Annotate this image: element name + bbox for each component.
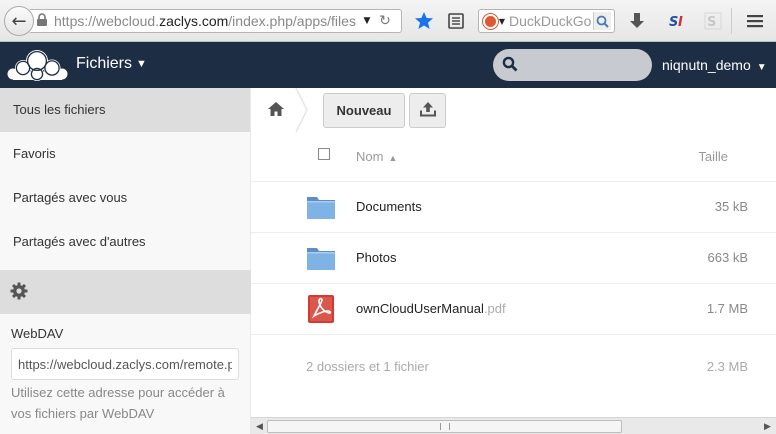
webdav-label: WebDAV — [11, 326, 64, 341]
search-icon[interactable] — [593, 12, 611, 30]
user-name: niqnutn_demo — [662, 57, 751, 73]
hamburger-menu-icon[interactable] — [741, 7, 769, 35]
upload-button[interactable] — [409, 93, 446, 128]
file-controls: Nouveau — [251, 88, 776, 132]
file-name[interactable]: Documents — [356, 199, 422, 214]
extension-si-icon[interactable]: SI — [664, 7, 692, 35]
sidebar: Tous les fichiers Favoris Partagés avec … — [0, 88, 251, 434]
file-table: Nom ▲ Taille Documents 35 kB Photos 663 k… — [251, 132, 776, 395]
downloads-icon[interactable] — [623, 7, 651, 35]
url-history-dropdown-icon[interactable]: ▼ — [360, 16, 374, 26]
sidebar-item-shared-with-others[interactable]: Partagés avec d'autres — [0, 220, 250, 264]
svg-text:I: I — [678, 15, 683, 30]
summary-size: 2.3 MB — [706, 359, 748, 374]
user-menu[interactable]: niqnutn_demo ▼ — [662, 57, 767, 73]
scrollbar-grip — [440, 423, 450, 430]
bookmark-star-icon[interactable] — [410, 7, 438, 35]
svg-text:S: S — [669, 15, 678, 30]
file-name[interactable]: Photos — [356, 250, 396, 265]
scroll-right-icon[interactable]: ▶ — [760, 419, 775, 434]
column-size-header[interactable]: Taille — [698, 149, 728, 164]
select-all-checkbox[interactable] — [318, 148, 330, 160]
browser-toolbar: https://webcloud.zaclys.com/index.php/ap… — [0, 0, 776, 42]
app-title: Fichiers — [76, 55, 133, 72]
reading-list-icon[interactable] — [442, 7, 470, 35]
search-icon — [502, 56, 518, 76]
pdf-file-icon — [306, 294, 336, 324]
settings-toggle[interactable] — [0, 270, 251, 314]
extension-disabled-icon[interactable]: S — [699, 7, 727, 35]
search-engine-selector[interactable]: ▼ — [479, 13, 509, 29]
table-row[interactable]: ownCloudUserManual.pdf 1.7 MB — [251, 284, 776, 335]
owncloud-logo-icon[interactable] — [6, 48, 68, 82]
table-summary: 2 dossiers et 1 fichier 2.3 MB — [251, 335, 776, 395]
breadcrumb-separator — [295, 88, 308, 132]
sort-ascending-icon: ▲ — [388, 153, 398, 163]
sidebar-item-shared-with-you[interactable]: Partagés avec vous — [0, 176, 250, 220]
file-extension: .pdf — [483, 301, 506, 316]
svg-text:S: S — [707, 15, 716, 30]
column-name-header[interactable]: Nom ▲ — [356, 149, 397, 164]
toolbar-divider — [731, 8, 732, 34]
home-icon[interactable] — [267, 101, 285, 121]
app-header: Fichiers ▼ — [0, 42, 776, 88]
gear-icon — [10, 282, 28, 304]
back-arrow-icon: ← — [11, 10, 27, 32]
summary-text: 2 dossiers et 1 fichier — [306, 359, 429, 374]
new-button[interactable]: Nouveau — [323, 93, 405, 128]
url-bar[interactable]: https://webcloud.zaclys.com/index.php/ap… — [30, 9, 402, 33]
scrollbar-thumb[interactable] — [267, 420, 622, 433]
search-input[interactable] — [493, 49, 652, 81]
folder-icon — [306, 192, 336, 222]
duckduckgo-icon — [482, 13, 498, 29]
horizontal-scrollbar[interactable]: ◀ ▶ — [251, 417, 776, 434]
webdav-url-field[interactable] — [11, 348, 239, 380]
scroll-left-icon[interactable]: ◀ — [252, 419, 267, 434]
table-header: Nom ▲ Taille — [251, 132, 776, 182]
caret-down-icon: ▼ — [136, 58, 147, 70]
file-size: 663 kB — [707, 250, 748, 265]
browser-search-bar[interactable]: ▼ DuckDuckGo — [478, 9, 615, 33]
reload-icon[interactable]: ↻ — [374, 13, 396, 29]
file-size: 35 kB — [714, 199, 748, 214]
table-row[interactable]: Documents 35 kB — [251, 182, 776, 233]
sidebar-item-all-files[interactable]: Tous les fichiers — [0, 88, 250, 132]
chevron-down-icon: ▼ — [498, 16, 506, 26]
caret-down-icon: ▼ — [756, 62, 767, 73]
upload-icon — [419, 101, 437, 121]
folder-icon — [306, 243, 336, 273]
file-size: 1.7 MB — [706, 301, 748, 316]
search-engine-placeholder: DuckDuckGo — [509, 13, 592, 29]
url-text[interactable]: https://webcloud.zaclys.com/index.php/ap… — [54, 13, 360, 29]
sidebar-item-favorites[interactable]: Favoris — [0, 132, 250, 176]
app-menu-toggle[interactable]: Fichiers ▼ — [76, 55, 147, 73]
file-basename: ownCloudUserManual — [356, 301, 484, 316]
file-name[interactable]: ownCloudUserManual.pdf — [356, 301, 506, 316]
webdav-hint: Utilisez cette adresse pour accéder à vo… — [11, 385, 225, 421]
table-row[interactable]: Photos 663 kB — [251, 233, 776, 284]
back-button[interactable]: ← — [4, 6, 34, 36]
column-name-label: Nom — [356, 149, 384, 164]
